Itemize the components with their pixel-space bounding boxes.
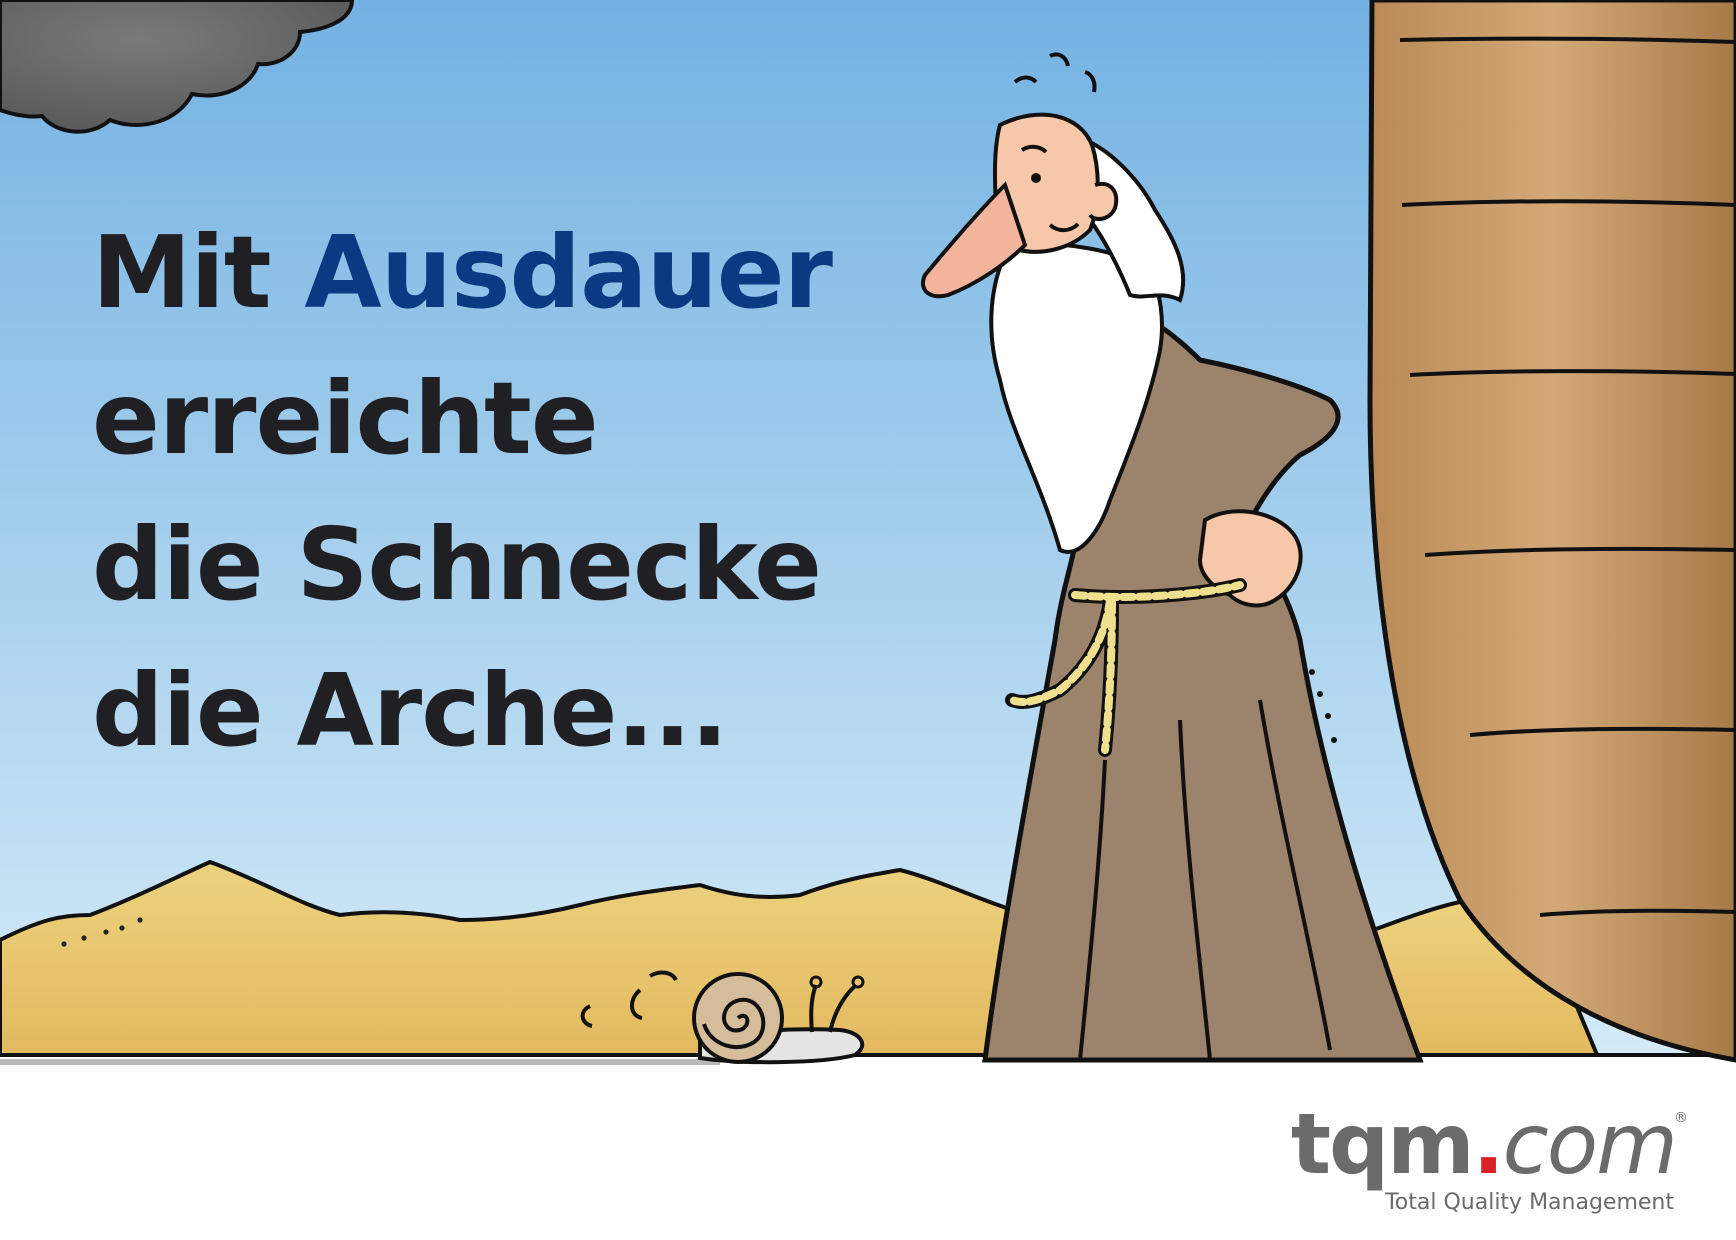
registered-mark: ® (1674, 1110, 1688, 1126)
headline: Mit Ausdauer erreichte die Schnecke die … (92, 200, 833, 784)
logo-tqm: tqm (1290, 1095, 1475, 1193)
headline-line-3: die Schnecke (92, 506, 822, 623)
logo-wordmark: tqm.com (1290, 1094, 1678, 1194)
headline-word-mit: Mit (92, 214, 272, 331)
cartoon-poster: Mit Ausdauer erreichte die Schnecke die … (0, 0, 1736, 1240)
logo-dot: . (1472, 1095, 1505, 1193)
headline-word-ausdauer: Ausdauer (304, 214, 832, 331)
noah-eye (1031, 173, 1041, 183)
logo-com: com (1502, 1095, 1678, 1193)
headline-line-4: die Arche... (92, 652, 728, 769)
headline-line-1: Mit Ausdauer (92, 200, 833, 346)
tqm-logo: tqm.com ® Total Quality Management (1288, 1095, 1688, 1218)
logo-tagline: Total Quality Management (1385, 1190, 1674, 1215)
headline-line-2: erreichte (92, 360, 599, 477)
